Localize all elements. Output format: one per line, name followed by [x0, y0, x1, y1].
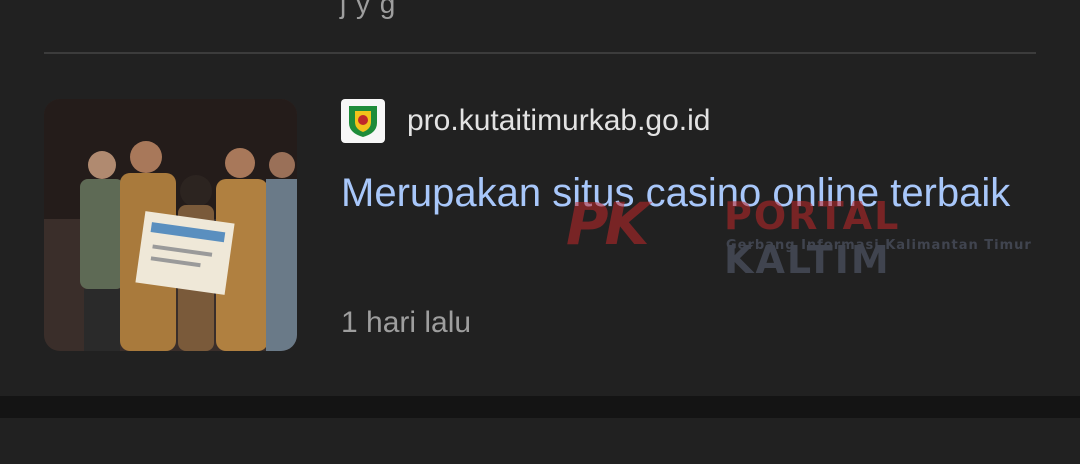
article-headline[interactable]: Merupakan situs casino online terbaik [341, 166, 1021, 220]
article-thumbnail[interactable] [44, 99, 297, 351]
news-card[interactable]: pro.kutaitimurkab.go.id Merupakan situs … [0, 54, 1080, 396]
next-card [0, 418, 1080, 464]
previous-item-fragment: j y g [340, 0, 397, 19]
source-name: pro.kutaitimurkab.go.id [407, 104, 711, 137]
news-photo-ceremony-icon [44, 99, 297, 351]
section-separator [0, 396, 1080, 418]
article-source[interactable]: pro.kutaitimurkab.go.id [341, 98, 711, 144]
kutai-timur-emblem-icon [341, 99, 385, 143]
article-timestamp: 1 hari lalu [341, 306, 472, 339]
